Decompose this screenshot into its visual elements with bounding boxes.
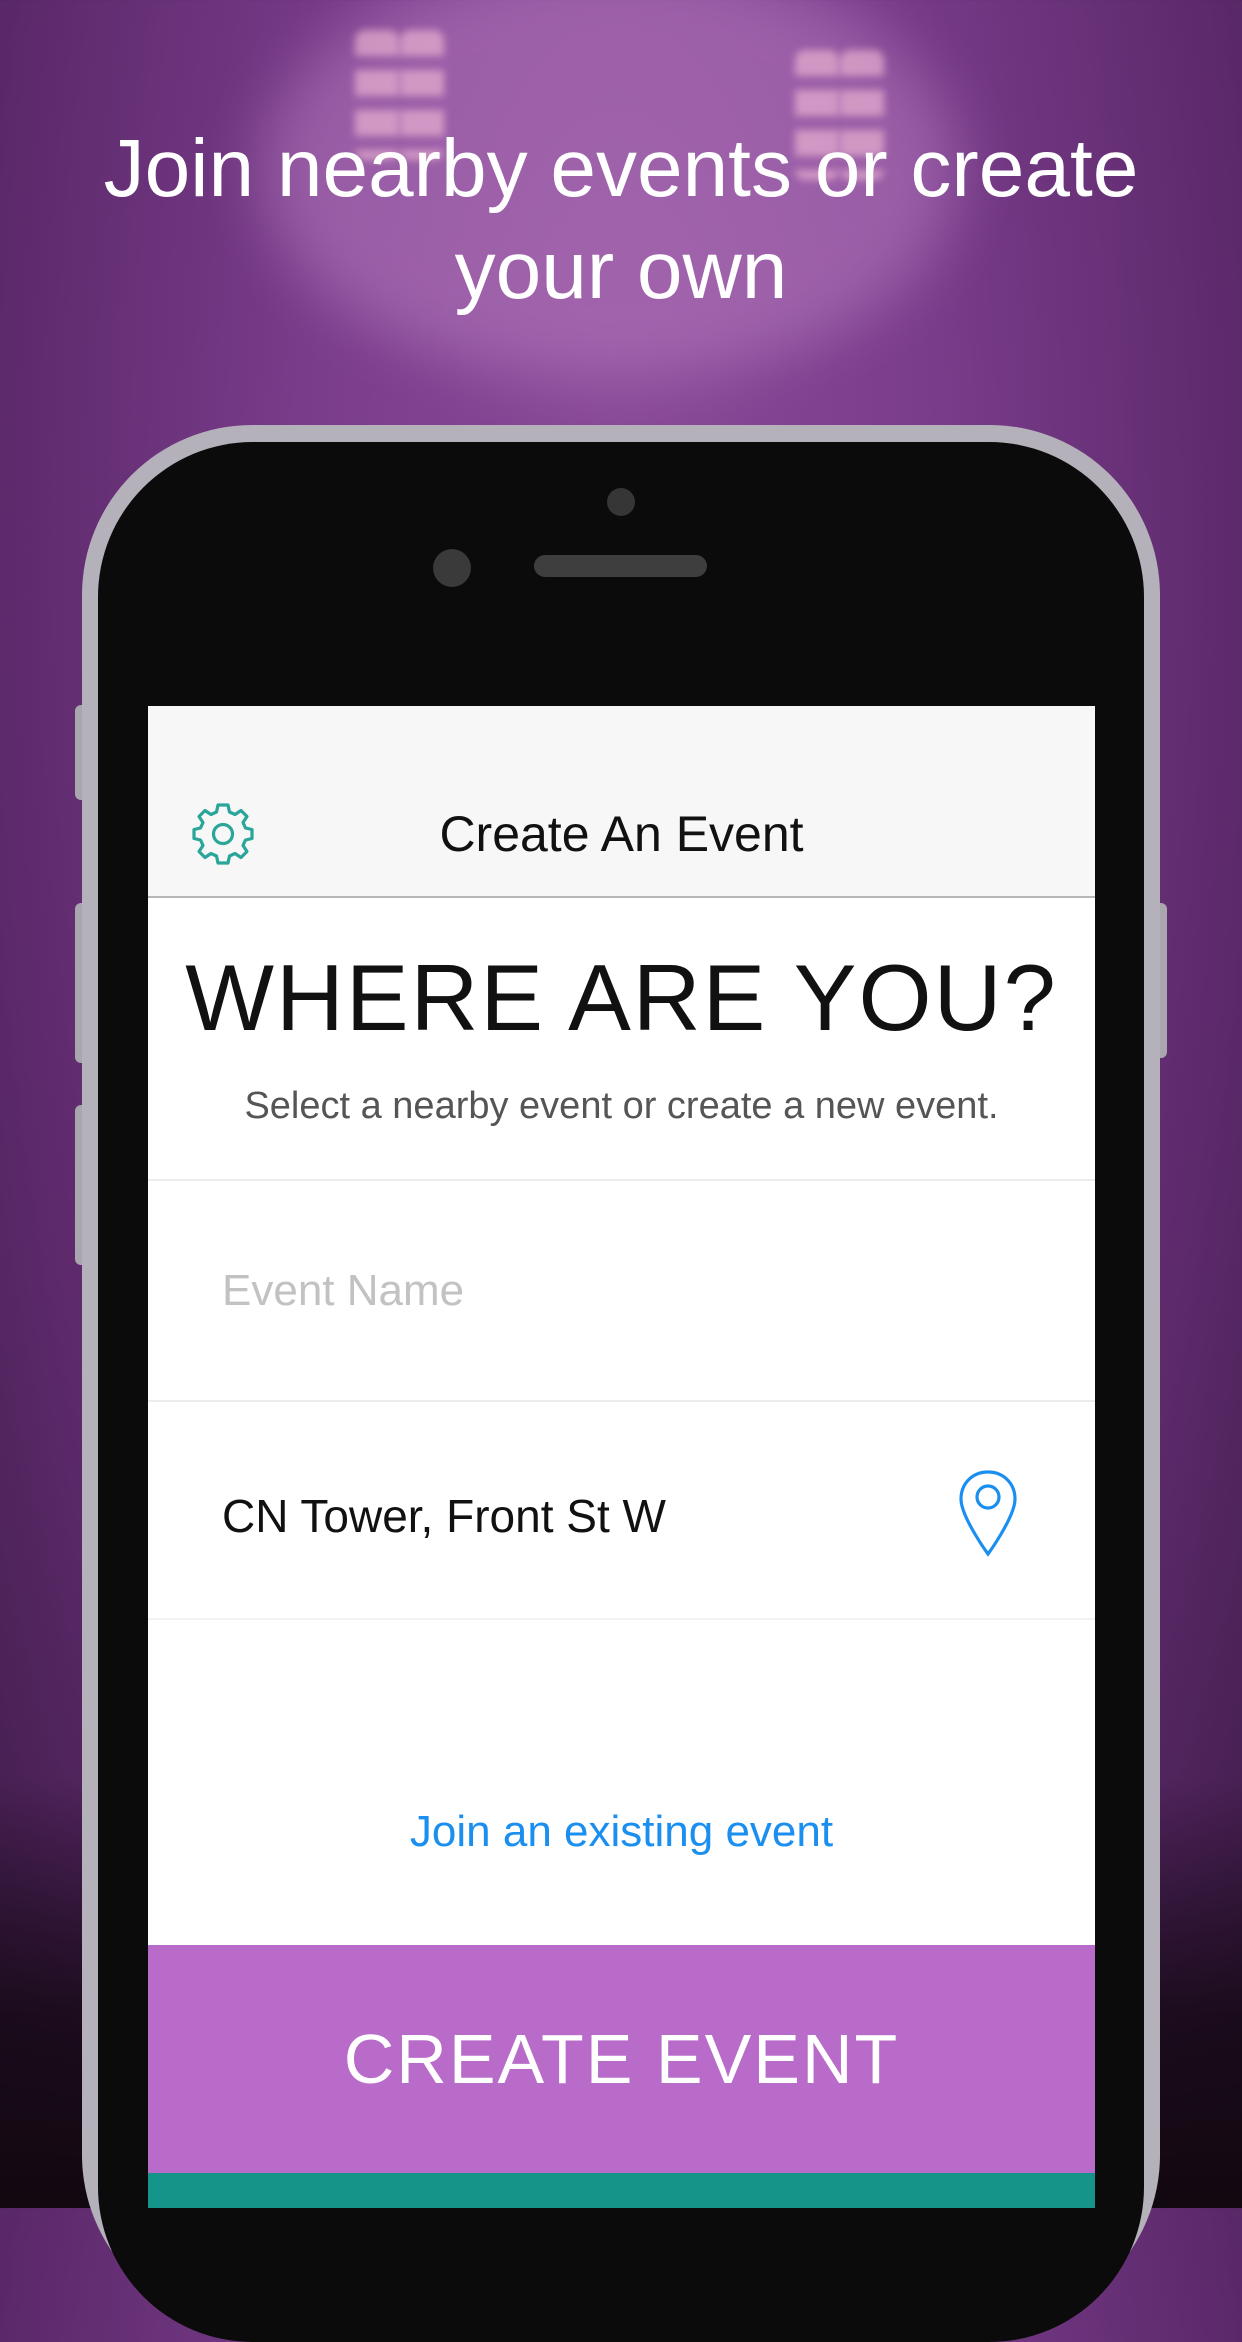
divider	[148, 1618, 1095, 1620]
join-existing-event-link[interactable]: Join an existing event	[148, 1804, 1095, 1860]
navigation-bar: Create An Event	[148, 706, 1095, 898]
event-name-input[interactable]	[222, 1256, 962, 1326]
create-event-button[interactable]: CREATE EVENT	[148, 1945, 1095, 2173]
nav-title: Create An Event	[439, 806, 804, 862]
page-title: WHERE ARE YOU?	[185, 945, 1058, 1050]
map-pin-icon[interactable]	[956, 1468, 1020, 1560]
location-field[interactable]: CN Tower, Front St W	[222, 1486, 666, 1546]
footer-bar	[148, 2173, 1095, 2208]
divider	[148, 1400, 1095, 1402]
divider	[148, 1179, 1095, 1181]
proximity-sensor	[607, 488, 635, 516]
app-screen: Create An Event WHERE ARE YOU? Select a …	[148, 706, 1095, 2208]
earpiece	[534, 555, 707, 577]
headline: Join nearby events or create your own	[103, 123, 1139, 316]
page-subtitle: Select a nearby event or create a new ev…	[244, 1085, 999, 1127]
front-camera	[433, 549, 471, 587]
